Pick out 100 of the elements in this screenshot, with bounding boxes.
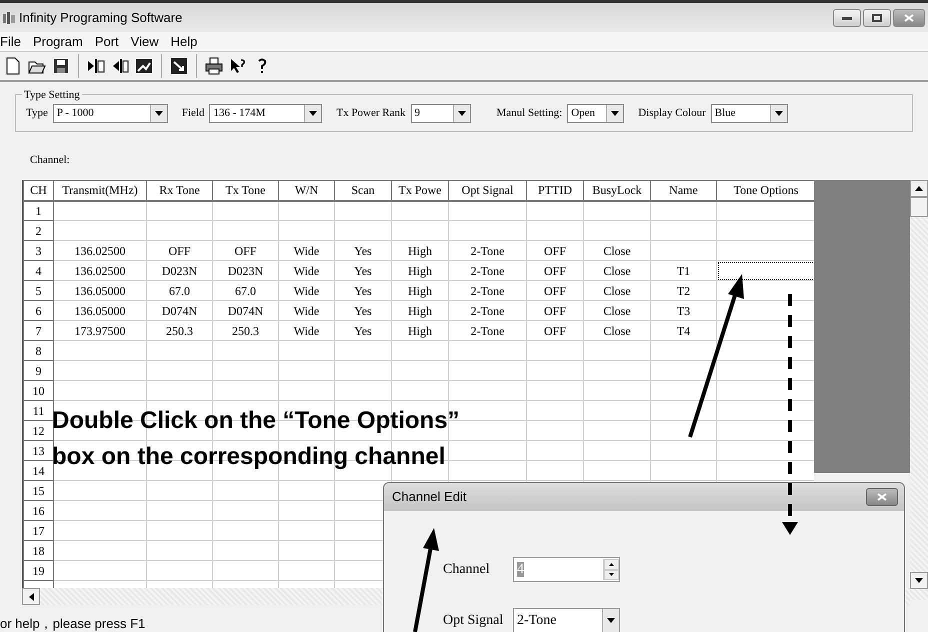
table-cell[interactable]: 2-Tone [448,320,526,340]
row-number: 10 [24,380,54,400]
table-cell[interactable]: T2 [650,280,716,300]
table-cell[interactable]: Wide [278,300,334,320]
arrow-into-panel-icon[interactable] [87,57,105,75]
spin-up-icon[interactable] [609,562,614,566]
table-cell[interactable]: T3 [650,300,716,320]
table-cell[interactable]: D074N [146,300,212,320]
table-cell[interactable]: High [392,260,448,280]
table-cell[interactable]: Close [584,300,650,320]
annotation-text: Double Click on the “Tone Options” box on the corresponding channel [52,406,460,472]
row-number: 16 [24,500,54,520]
table-cell[interactable]: Close [584,240,650,260]
row-number: 18 [24,540,54,560]
dropdown-arrow-icon [309,110,318,116]
table-cell[interactable]: Close [584,280,650,300]
table-cell[interactable]: OFF [526,260,584,280]
dropdown-arrow-icon [774,110,783,116]
table-cell[interactable]: 136.02500 [54,260,146,280]
maximize-icon[interactable] [872,14,882,22]
dropdown[interactable]: 136 - 174M [209,104,322,122]
row-number: 13 [24,440,54,460]
table-cell[interactable]: 2-Tone [448,240,526,260]
menu-item[interactable]: File [0,32,27,51]
table-cell[interactable]: High [392,300,448,320]
table-cell[interactable]: D023N [212,260,278,280]
table-cell[interactable]: 250.3 [146,320,212,340]
spin-down-icon[interactable] [609,573,614,576]
table-cell[interactable]: High [392,320,448,340]
arrow-out-panel-icon[interactable] [111,57,129,75]
vertical-scrollbar[interactable] [910,180,928,600]
dropdown[interactable]: 9 [410,104,471,122]
table-cell[interactable]: OFF [212,240,278,260]
image-icon[interactable] [135,57,153,75]
printer-icon[interactable] [205,57,223,75]
pointer-question-icon[interactable] [229,57,247,75]
table-cell[interactable]: T1 [650,260,716,280]
table-cell[interactable]: OFF [526,320,584,340]
table-cell[interactable]: Wide [278,320,334,340]
table-cell[interactable]: 173.97500 [54,320,146,340]
table-cell[interactable]: D023N [146,260,212,280]
row-number: 9 [24,360,54,380]
menu-item[interactable]: Help [170,32,204,51]
table-cell[interactable]: D074N [212,300,278,320]
table-cell[interactable]: OFF [146,240,212,260]
menu-item[interactable]: Program [32,32,89,51]
column-header: Tx Powe [392,180,448,200]
table-cell[interactable]: Yes [334,300,392,320]
table-cell[interactable]: High [392,280,448,300]
table-cell[interactable]: Wide [278,260,334,280]
table-cell[interactable]: Close [584,260,650,280]
scroll-thumb[interactable] [910,197,928,217]
scroll-left-icon[interactable] [28,592,34,600]
save-icon[interactable] [52,57,70,75]
dropdown[interactable]: 2-Tone [513,608,620,632]
row-number: 6 [24,300,54,320]
dropdown[interactable]: P - 1000 [52,104,168,122]
maximize-button[interactable] [863,8,891,26]
section-label: Channel: [30,153,71,167]
row-number: 17 [24,520,54,540]
minimize-button[interactable] [833,8,861,26]
minimize-icon[interactable] [842,14,852,20]
field-label: Manul Setting: [496,106,562,121]
scroll-down-icon[interactable] [915,578,923,583]
table-cell[interactable]: Wide [278,280,334,300]
table-cell[interactable]: 2-Tone [448,300,526,320]
table-cell[interactable]: OFF [526,280,584,300]
table-cell[interactable]: T4 [650,320,716,340]
table-cell[interactable]: Yes [334,280,392,300]
dropdown[interactable]: Open [567,104,624,122]
table-cell[interactable]: 2-Tone [448,260,526,280]
menu-item[interactable]: Port [94,32,125,51]
scroll-up-icon[interactable] [915,186,923,191]
close-icon[interactable] [904,14,914,22]
table-cell[interactable]: 2-Tone [448,280,526,300]
table-cell[interactable]: High [392,240,448,260]
row-number: 11 [24,400,54,420]
table-cell[interactable]: OFF [526,300,584,320]
close-button[interactable] [866,488,898,506]
table-cell[interactable]: 136.05000 [54,280,146,300]
dropdown-arrow-icon [611,110,620,116]
column-header: W/N [278,180,334,200]
row-number: 5 [24,280,54,300]
dropdown[interactable]: Blue [710,104,788,122]
close-icon[interactable] [877,493,887,501]
table-cell[interactable]: Wide [278,240,334,260]
table-cell[interactable]: 136.05000 [54,300,146,320]
table-cell[interactable]: 67.0 [146,280,212,300]
table-cell[interactable]: Yes [334,260,392,280]
table-cell[interactable]: 67.0 [212,280,278,300]
column-header: Tx Tone [212,180,278,200]
table-cell[interactable]: 136.02500 [54,240,146,260]
table-cell[interactable]: 250.3 [212,320,278,340]
menu-item[interactable]: View [130,32,165,51]
new-document-icon[interactable] [4,57,22,75]
table-cell[interactable]: Yes [334,320,392,340]
table-cell[interactable]: Close [584,320,650,340]
table-cell[interactable]: OFF [526,240,584,260]
row-number: 8 [24,340,54,360]
table-cell[interactable]: Yes [334,240,392,260]
